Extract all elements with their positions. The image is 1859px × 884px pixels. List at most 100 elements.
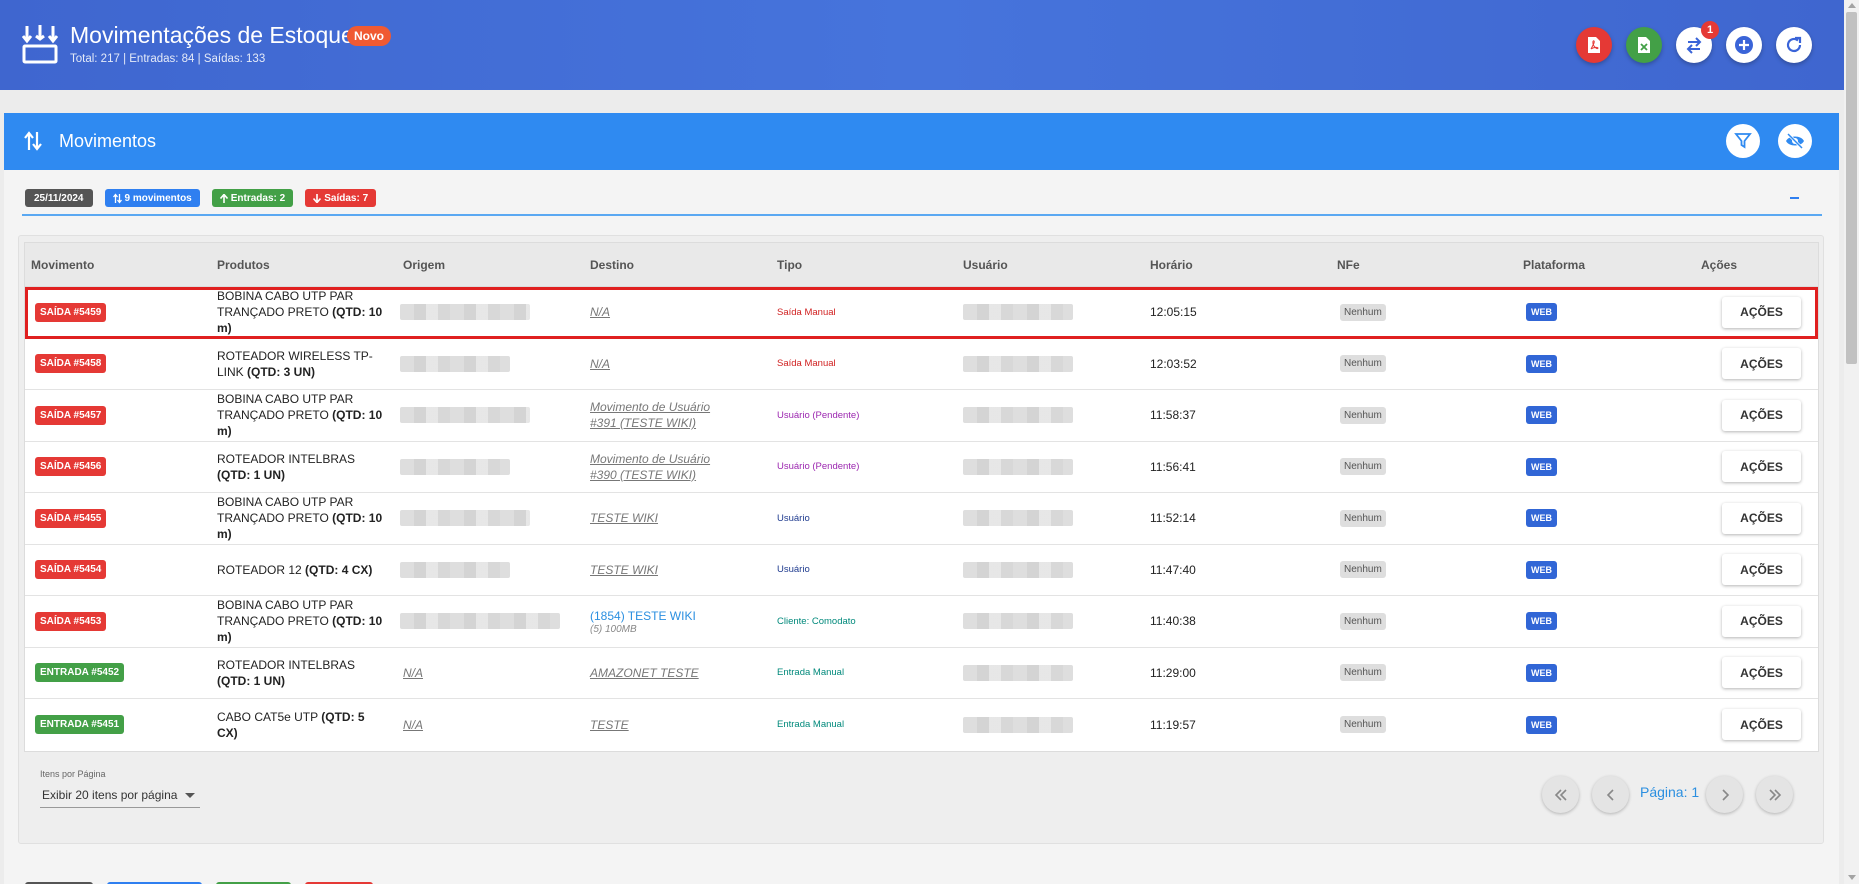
- table-row[interactable]: SAÍDA #5453 BOBINA CABO UTP PAR TRANÇADO…: [25, 596, 1818, 648]
- platform-cell: WEB: [1526, 339, 1557, 390]
- prev-page-button[interactable]: [1592, 776, 1629, 813]
- table-row[interactable]: SAÍDA #5456 ROTEADOR INTELBRAS (QTD: 1 U…: [25, 441, 1818, 493]
- card-header: Movimentos: [4, 113, 1839, 170]
- type-cell: Usuário: [777, 493, 810, 544]
- actions-cell: AÇÕES: [1722, 545, 1801, 596]
- actions-button[interactable]: AÇÕES: [1722, 296, 1801, 328]
- type-label: Saída Manual: [777, 306, 836, 318]
- platform-cell: WEB: [1526, 648, 1557, 699]
- refresh-button[interactable]: [1776, 27, 1812, 63]
- product-qty: (QTD: 1 UN): [217, 467, 285, 482]
- column-header[interactable]: Horário: [1150, 258, 1193, 272]
- time-cell: 11:58:37: [1150, 390, 1196, 441]
- column-header[interactable]: Usuário: [963, 258, 1008, 272]
- destination-link[interactable]: AMAZONET TESTE: [590, 665, 740, 681]
- page-indicator: Página: 1: [1640, 784, 1700, 800]
- table-row[interactable]: SAÍDA #5455 BOBINA CABO UTP PAR TRANÇADO…: [25, 493, 1818, 545]
- destination-cell: TESTE WIKI: [590, 545, 740, 596]
- product-cell: ROTEADOR 12 (QTD: 4 CX): [217, 545, 387, 596]
- type-label: Entrada Manual: [777, 719, 845, 731]
- actions-button[interactable]: AÇÕES: [1722, 554, 1801, 586]
- eye-off-icon: [1786, 132, 1804, 150]
- table-row[interactable]: SAÍDA #5459 BOBINA CABO UTP PAR TRANÇADO…: [25, 287, 1818, 339]
- table-row[interactable]: SAÍDA #5458 ROTEADOR WIRELESS TP-LINK (Q…: [25, 338, 1818, 390]
- column-header[interactable]: Destino: [590, 258, 634, 272]
- collapse-toggle[interactable]: [1790, 197, 1799, 199]
- actions-button[interactable]: AÇÕES: [1722, 399, 1801, 431]
- actions-button[interactable]: AÇÕES: [1722, 348, 1801, 380]
- items-per-page-select[interactable]: Exibir 20 itens por página: [40, 782, 200, 808]
- destination-link[interactable]: Movimento de Usuário #390 (TESTE WIKI): [590, 451, 740, 483]
- destination-link[interactable]: TESTE WIKI: [590, 510, 740, 526]
- user-redacted: [963, 407, 1073, 424]
- nfe-cell: Nenhum: [1340, 648, 1386, 699]
- chevron-down-icon[interactable]: [185, 793, 195, 798]
- last-page-button[interactable]: [1756, 776, 1793, 813]
- column-header[interactable]: Origem: [403, 258, 445, 272]
- add-movement-button[interactable]: [1726, 27, 1762, 63]
- platform-cell: WEB: [1526, 545, 1557, 596]
- origin-link[interactable]: N/A: [403, 665, 423, 681]
- type-cell: Saída Manual: [777, 339, 836, 390]
- sort-arrows-icon: [112, 192, 122, 204]
- movement-badge: SAÍDA #5456: [35, 457, 107, 477]
- nfe-cell: Nenhum: [1340, 287, 1386, 338]
- origin-redacted: [400, 458, 510, 475]
- destination-cell: AMAZONET TESTE: [590, 648, 740, 699]
- table-row[interactable]: ENTRADA #5452 ROTEADOR INTELBRAS (QTD: 1…: [25, 647, 1818, 699]
- actions-button[interactable]: AÇÕES: [1722, 657, 1801, 689]
- column-header[interactable]: NFe: [1337, 258, 1360, 272]
- product-name: ROTEADOR INTELBRAS: [217, 657, 356, 672]
- time-cell: 11:47:40: [1150, 545, 1196, 596]
- actions-button[interactable]: AÇÕES: [1722, 605, 1801, 637]
- product-cell: CABO CAT5e UTP (QTD: 5 CX): [217, 699, 387, 751]
- pdf-export-button[interactable]: [1576, 27, 1612, 63]
- excel-icon: [1638, 37, 1650, 53]
- actions-button[interactable]: AÇÕES: [1722, 451, 1801, 483]
- nfe-cell: Nenhum: [1340, 493, 1386, 544]
- origin-cell: [400, 287, 530, 338]
- table-row[interactable]: ENTRADA #5451 CABO CAT5e UTP (QTD: 5 CX)…: [25, 699, 1818, 751]
- first-page-button[interactable]: [1542, 776, 1579, 813]
- sort-arrows-icon: [24, 131, 42, 151]
- destination-link[interactable]: N/A: [590, 356, 740, 372]
- excel-export-button[interactable]: [1626, 27, 1662, 63]
- type-label: Usuário (Pendente): [777, 409, 860, 421]
- column-header[interactable]: Plataforma: [1523, 258, 1585, 272]
- table-row[interactable]: SAÍDA #5457 BOBINA CABO UTP PAR TRANÇADO…: [25, 390, 1818, 442]
- actions-button[interactable]: AÇÕES: [1722, 502, 1801, 534]
- product-cell: BOBINA CABO UTP PAR TRANÇADO PRETO (QTD:…: [217, 493, 387, 544]
- column-header[interactable]: Produtos: [217, 258, 270, 272]
- platform-badge: WEB: [1526, 663, 1557, 682]
- next-page-button[interactable]: [1706, 776, 1743, 813]
- platform-cell: WEB: [1526, 287, 1557, 338]
- user-redacted: [963, 613, 1073, 630]
- table-row[interactable]: SAÍDA #5454 ROTEADOR 12 (QTD: 4 CX) TEST…: [25, 544, 1818, 596]
- scrollbar-thumb[interactable]: [1846, 12, 1857, 364]
- origin-cell: N/A: [403, 648, 423, 699]
- time-value: 11:29:00: [1150, 665, 1196, 680]
- destination-link[interactable]: N/A: [590, 304, 740, 320]
- nfe-badge: Nenhum: [1340, 664, 1386, 682]
- toggle-visibility-button[interactable]: [1778, 124, 1812, 158]
- product-qty: (QTD: 3 UN): [247, 364, 316, 379]
- destination-cell: N/A: [590, 287, 740, 338]
- scroll-up-arrow-icon[interactable]: [1848, 3, 1856, 8]
- nfe-badge: Nenhum: [1340, 716, 1386, 734]
- column-header[interactable]: Ações: [1701, 258, 1737, 272]
- time-cell: 11:52:14: [1150, 493, 1196, 544]
- time-value: 11:47:40: [1150, 562, 1196, 577]
- destination-link[interactable]: Movimento de Usuário #391 (TESTE WIKI): [590, 399, 740, 431]
- filter-button[interactable]: [1726, 124, 1760, 158]
- actions-button[interactable]: AÇÕES: [1722, 709, 1801, 741]
- destination-link[interactable]: TESTE: [590, 717, 740, 733]
- origin-link[interactable]: N/A: [403, 717, 423, 733]
- column-header[interactable]: Movimento: [31, 258, 94, 272]
- arrow-down-icon: [313, 193, 322, 203]
- chevron-left-icon: [1606, 788, 1614, 801]
- destination-link[interactable]: TESTE WIKI: [590, 562, 740, 578]
- scroll-down-arrow-icon[interactable]: [1848, 875, 1856, 880]
- destination-link[interactable]: (1854) TESTE WIKI: [590, 608, 696, 624]
- user-redacted: [963, 458, 1073, 475]
- column-header[interactable]: Tipo: [777, 258, 802, 272]
